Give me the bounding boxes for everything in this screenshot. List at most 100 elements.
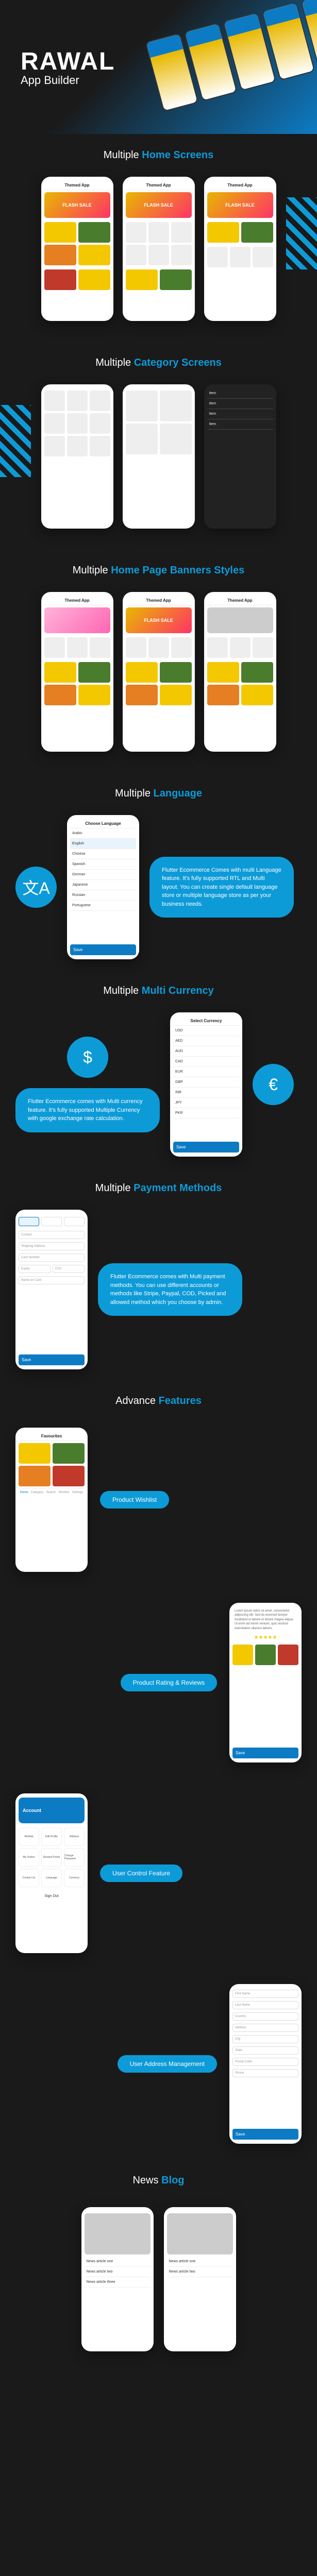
title-pre: Multiple xyxy=(95,357,131,368)
acc-tile[interactable]: Address xyxy=(64,1827,85,1846)
review-text: Lorem ipsum dolor sit amet, consectetur … xyxy=(232,1607,298,1633)
list-item: JPY xyxy=(173,1098,239,1108)
account-header: Account xyxy=(19,1798,85,1823)
phone-header: Favourites xyxy=(19,1432,85,1441)
list-item: Russian xyxy=(70,890,136,901)
list-item: AUD xyxy=(173,1046,239,1057)
list-item: English xyxy=(70,839,136,849)
form-field[interactable]: Shipping Address xyxy=(19,1242,85,1250)
nav-search[interactable]: Search xyxy=(46,1491,56,1494)
decorative-stripes xyxy=(286,197,317,269)
section-home-screens: Multiple Home Screens xyxy=(0,134,317,166)
form-field[interactable]: Address xyxy=(232,2024,298,2032)
mockup-phone: Themed App FLASH SALE xyxy=(204,177,276,321)
form-field[interactable]: Name on Card xyxy=(19,1276,85,1284)
form-field[interactable]: City xyxy=(232,2035,298,2043)
mockup-phone-news: News article one News article two News a… xyxy=(81,2207,154,2351)
mockup-phone-rating: Lorem ipsum dolor sit amet, consectetur … xyxy=(229,1603,302,1762)
acc-tile[interactable]: My Orders xyxy=(19,1848,39,1867)
nav-settings[interactable]: Settings xyxy=(72,1491,84,1494)
form-field[interactable]: Last Name xyxy=(232,2001,298,2009)
title-highlight: Blog xyxy=(161,2175,184,2186)
acc-tile[interactable]: Reward Points xyxy=(41,1848,62,1867)
list-item: German xyxy=(70,870,136,880)
nav-wishlist[interactable]: Wishlist xyxy=(59,1491,70,1494)
form-field[interactable]: Expiry xyxy=(19,1265,51,1273)
section-language: Multiple Language xyxy=(0,772,317,805)
form-field[interactable]: Country xyxy=(232,2012,298,2021)
acc-tile[interactable]: Wishlist xyxy=(19,1827,39,1846)
mockup-phone-address: First Name Last Name Country Address Cit… xyxy=(229,1984,302,2144)
flash-sale-banner: FLASH SALE xyxy=(207,192,273,218)
list-item: AED xyxy=(173,1036,239,1046)
section-title: Multiple Home Screens xyxy=(0,149,317,161)
hero-banner: RAWAL App Builder xyxy=(0,0,317,134)
signout-link[interactable]: Sign Out xyxy=(19,1894,85,1898)
list-item: Spanish xyxy=(70,859,136,870)
form-field[interactable]: Phone xyxy=(232,2069,298,2077)
form-field[interactable]: Postal Code xyxy=(232,2058,298,2066)
form-field[interactable]: State xyxy=(232,2046,298,2055)
hero-title: RAWAL xyxy=(21,47,115,76)
section-currency: Multiple Multi Currency xyxy=(0,970,317,1002)
mockup-phone-wishlist: Favourites Home Category Search Wishlist… xyxy=(15,1428,88,1572)
save-button[interactable]: Save xyxy=(232,2129,298,2140)
title-pre: Multiple xyxy=(115,788,151,799)
mockup-phone xyxy=(123,384,195,529)
section-payment: Multiple Payment Methods xyxy=(0,1167,317,1199)
euro-icon: € xyxy=(253,1064,294,1105)
phone-header: Themed App xyxy=(44,596,110,605)
payment-card-icon xyxy=(19,1217,39,1226)
nav-category[interactable]: Category xyxy=(31,1491,43,1494)
acc-tile[interactable]: Contact Us xyxy=(19,1869,39,1887)
mockup-phone: Themed App FLASH SALE xyxy=(41,177,113,321)
acc-tile[interactable]: Language xyxy=(41,1869,62,1887)
mockup-phone-language: Choose Language Arabic English Chinese S… xyxy=(67,815,139,959)
payment-other-icon xyxy=(64,1217,85,1226)
flash-sale-banner: FLASH SALE xyxy=(44,192,110,218)
acc-tile[interactable]: Edit Profile xyxy=(41,1827,62,1846)
phone-header: Themed App xyxy=(44,181,110,190)
feature-pill: Product Wishlist xyxy=(100,1491,169,1509)
feature-address: First Name Last Name Country Address Cit… xyxy=(0,1969,317,2159)
acc-tile[interactable]: Change Password xyxy=(64,1848,85,1867)
form-field[interactable]: First Name xyxy=(232,1990,298,1998)
section-title: Multiple Language xyxy=(0,788,317,800)
mockup-phone-account: Account Wishlist Edit Profile Address My… xyxy=(15,1793,88,1953)
title-highlight: Multi Currency xyxy=(142,985,214,996)
title-highlight: Home Screens xyxy=(142,149,213,161)
translate-icon: 文A xyxy=(15,867,57,908)
pay-button[interactable]: Save xyxy=(19,1354,85,1365)
list-item: EUR xyxy=(173,1067,239,1077)
section-title: Multiple Category Screens xyxy=(0,357,317,369)
news-item: News article one xyxy=(167,2257,233,2267)
callout-text: Flutter Ecommerce Comes with multi Langu… xyxy=(149,857,294,918)
acc-tile[interactable]: Currency xyxy=(64,1869,85,1887)
section-features: Advance Features xyxy=(0,1380,317,1412)
title-highlight: Category Screens xyxy=(134,357,222,368)
title-highlight: Features xyxy=(159,1395,202,1406)
save-button[interactable]: Save xyxy=(173,1142,239,1153)
form-field[interactable]: CVC xyxy=(53,1265,85,1273)
title-highlight: Language xyxy=(154,788,202,799)
form-field[interactable]: Card Number xyxy=(19,1253,85,1262)
nav-home[interactable]: Home xyxy=(20,1491,28,1494)
news-hero-image xyxy=(167,2213,233,2255)
list-item: Japanese xyxy=(70,880,136,890)
title-pre: Multiple xyxy=(95,1182,131,1194)
phone-header: Themed App xyxy=(207,181,273,190)
mockup-phone: Themed App FLASH SALE xyxy=(123,592,195,752)
bottom-nav: Home Category Search Wishlist Settings xyxy=(19,1488,85,1494)
news-item: News article two xyxy=(167,2267,233,2277)
submit-button[interactable]: Save xyxy=(232,1748,298,1758)
title-highlight: Payment Methods xyxy=(134,1182,222,1194)
payment-paypal-icon xyxy=(41,1217,62,1226)
list-item: INR xyxy=(173,1088,239,1098)
save-button[interactable]: Save xyxy=(70,944,136,955)
news-hero-image xyxy=(85,2213,151,2255)
currency-callout: $ Flutter Ecommerce comes with Multi cur… xyxy=(0,1002,317,1167)
mockup-phone: Item Item Item Item xyxy=(204,384,276,529)
feature-wishlist: Favourites Home Category Search Wishlist… xyxy=(0,1412,317,1587)
feature-pill: Product Rating & Reviews xyxy=(121,1674,217,1691)
form-field[interactable]: Contact xyxy=(19,1231,85,1239)
